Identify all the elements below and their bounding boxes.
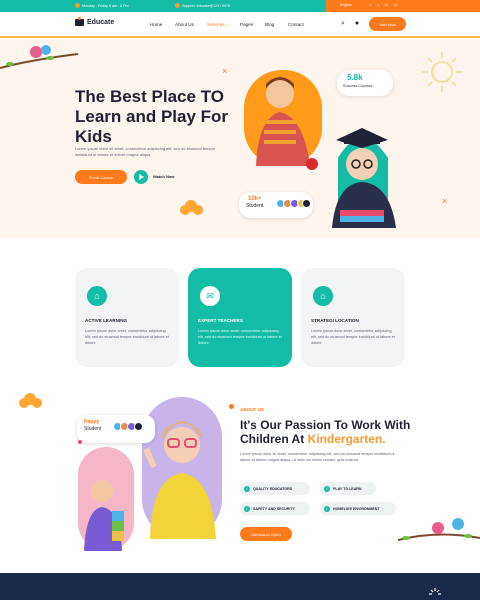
location-building-icon: ⌂ [313,286,333,306]
footer-band [0,573,480,600]
chevron-down-icon: ⌄ [225,22,230,27]
watch-now-link[interactable]: Watch Now [153,174,174,179]
check-icon: ✓ [244,485,250,492]
avatar [134,422,143,431]
students-count: 10k+ [248,196,262,202]
happy-label: Happy [84,419,100,425]
feature-safety-security: ✓ SAFETY AND SECURITY [240,502,310,515]
play-icon[interactable] [134,170,148,184]
nav-pages[interactable]: Pages [240,22,253,27]
site-header: Educate Home About Us Services ⌄ Pages B… [0,12,480,38]
nav-home[interactable]: Home [150,22,162,27]
branch-illustration [398,518,480,541]
check-icon: ✓ [324,485,330,492]
hero-title: The Best Place TO Learn and Play For Kid… [75,87,229,146]
girl-graduate-photo [332,128,396,228]
language-select[interactable]: English [340,3,352,7]
branch-illustration [0,45,79,69]
top-info-bar: Monday - Friday 8 am - 5 Pm Support: edu… [0,0,480,12]
star-decoration: × [222,66,228,76]
graduation-cap-icon [75,17,84,26]
instagram-icon[interactable]: ◎ [394,3,397,7]
certificate-icon: ✉ [200,286,220,306]
cloud-illustration [180,200,203,215]
dot-decoration [78,440,82,444]
facebook-icon[interactable]: f [370,3,371,7]
cloud-illustration [19,393,42,408]
about-title: It's Our Passion To Work With Children A… [240,418,411,446]
about-description: Lorem ipsum dolor sit amet, consectetur … [240,452,395,462]
join-button[interactable]: Join Now [369,17,406,31]
admission-button[interactable]: Admission Open [240,527,292,541]
logo[interactable]: Educate [75,17,114,26]
courses-label: Success Courses [343,84,373,88]
linkedin-icon[interactable]: in [385,3,388,7]
check-icon: ✓ [244,505,250,512]
star-decoration: × [442,196,448,206]
enroll-course-button[interactable]: Enroll Course [75,170,127,184]
check-icon: ✓ [324,505,330,512]
search-icon[interactable]: ⌕ [339,20,347,28]
feature-card-expert-teachers[interactable]: ✉ EXPERT TEACHERS Lorem ipsum dolor amet… [188,268,292,367]
feature-card-active-learning[interactable]: ⌂ ACTIVE LEARNING Lorem ipsum dolor amet… [75,268,179,367]
hero-description: Lorem ipsum dolor sit amet, consectetur … [75,146,216,157]
hero-section: The Best Place TO Learn and Play For Kid… [0,40,480,238]
boy-photo [244,70,322,166]
twitter-icon[interactable]: t [378,3,379,7]
boy-toys-photo [78,447,134,551]
apple-illustration [306,158,318,170]
building-icon: ⌂ [87,286,107,306]
avatar [302,199,311,208]
feature-card-strategi-location[interactable]: ⌂ STRATEGI LOCATION Lorem ipsum dolor am… [301,268,405,367]
sun-decoration-icon [429,588,441,595]
sun-illustration [422,52,462,92]
clock-icon [75,3,80,8]
nav-services[interactable]: Services ⌄ [207,22,230,28]
hours-info: Monday - Friday 8 am - 5 Pm [75,3,129,8]
girl-glasses-photo [142,397,222,539]
courses-count: 5.8k [347,73,363,82]
email-info[interactable]: Support: educate@123 / 9478 [175,3,230,8]
mail-icon [175,3,180,8]
feature-homelike-environment: ✓ HOMELIKE ENVIRONMENT [320,502,396,515]
nav-about[interactable]: About Us [175,22,194,27]
students-label: Student [246,203,264,209]
feature-play-to-learn: ✓ PLAY TO LEARN [320,482,376,495]
about-section-label: ABOUT US [240,407,264,412]
nav-contact[interactable]: Contact [288,22,304,27]
user-icon[interactable]: ● [353,20,361,28]
student-label: Student [84,426,102,432]
nav-blog[interactable]: Blog [265,22,274,27]
courses-badge [337,70,393,96]
feature-quality-educators: ✓ QUALITY EDUCATORS [240,482,310,495]
dot-decoration [229,404,234,409]
